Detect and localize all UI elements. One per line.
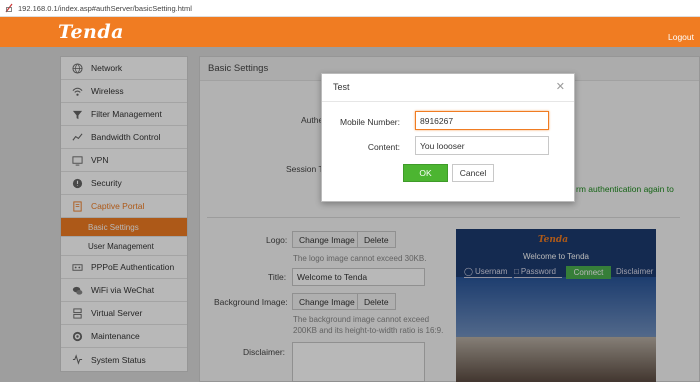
tenda-logo: Tenda xyxy=(58,21,124,43)
url-text[interactable]: 192.168.0.1/index.asp#authServer/basicSe… xyxy=(18,4,192,13)
test-dialog: Test ✕ Mobile Number: 8916267 Content: Y… xyxy=(321,73,575,202)
logout-link[interactable]: Logout xyxy=(668,32,694,42)
top-bar: Tenda Logout xyxy=(0,17,700,47)
cancel-button[interactable]: Cancel xyxy=(452,164,494,182)
ok-button[interactable]: OK xyxy=(403,164,448,182)
insecure-lock-icon[interactable] xyxy=(4,3,14,13)
close-icon[interactable]: ✕ xyxy=(556,80,565,93)
address-bar[interactable]: 192.168.0.1/index.asp#authServer/basicSe… xyxy=(0,0,700,17)
mobile-number-input[interactable]: 8916267 xyxy=(415,111,549,130)
dialog-title: Test xyxy=(333,82,350,92)
content-input[interactable]: You loooser xyxy=(415,136,549,155)
dialog-divider xyxy=(322,101,574,102)
content-label: Content: xyxy=(367,142,400,152)
mobile-number-label: Mobile Number: xyxy=(340,117,400,127)
